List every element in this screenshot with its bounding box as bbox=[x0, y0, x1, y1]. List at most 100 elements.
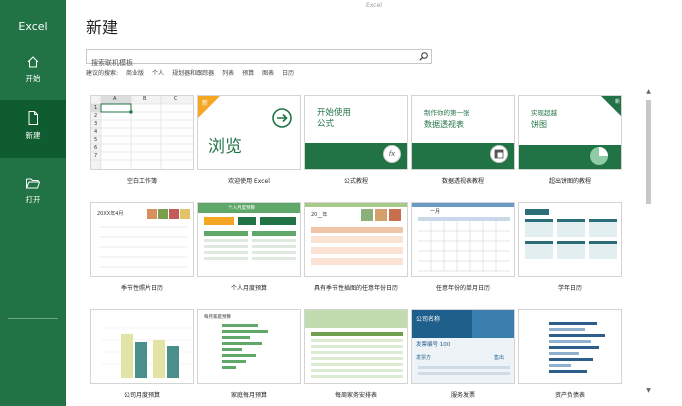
sidebar: Excel 开始 新建 打开 bbox=[0, 0, 66, 406]
tour-title: 浏览 bbox=[208, 137, 242, 157]
row-header: 4 bbox=[94, 129, 98, 135]
budget-preview bbox=[198, 203, 300, 260]
new-badge: 新 bbox=[615, 99, 621, 105]
budget-header: 个人月度预算 bbox=[228, 206, 255, 211]
template-any-year-monthly-calendar[interactable]: 一月 任意年份的单月日历 bbox=[411, 202, 515, 292]
sidebar-item-open[interactable]: 打开 bbox=[0, 166, 66, 224]
template-caption: 每周家务安排表 bbox=[334, 392, 377, 399]
new-document-icon bbox=[28, 111, 38, 125]
sidebar-item-home[interactable]: 开始 bbox=[0, 45, 66, 103]
template-caption: 季节性照片日历 bbox=[120, 285, 163, 292]
suggestion-link[interactable]: 图表 bbox=[262, 68, 274, 77]
column-header: A bbox=[113, 96, 117, 102]
template-caption: 学年日历 bbox=[557, 285, 582, 292]
row-header: 2 bbox=[94, 113, 98, 119]
tutorial-title: 实现超越 饼图 bbox=[531, 108, 557, 130]
template-weekly-chores[interactable]: 每周家务安排表 bbox=[304, 309, 408, 399]
template-thumbnail: 开始使用 公式 fx bbox=[304, 95, 408, 170]
chores-table-preview bbox=[305, 310, 407, 378]
sidebar-item-label: 新建 bbox=[25, 131, 41, 140]
suggestion-link[interactable]: 商业版 bbox=[126, 68, 144, 77]
template-caption: 公司月度预算 bbox=[123, 392, 160, 399]
sidebar-item-label: 开始 bbox=[25, 74, 41, 83]
excel-backstage: Excel Excel 开始 新建 打开 新建 搜索联机模板 建议的搜索: 商业… bbox=[0, 0, 682, 406]
tutorial-title-line: 开始使用 bbox=[317, 108, 352, 118]
template-gallery: A B C 1 2 3 4 5 6 7 空白工作簿 新 浏览 欢迎使用 Exce… bbox=[86, 88, 649, 404]
bar-chart-preview bbox=[549, 322, 605, 373]
new-badge: 新 bbox=[202, 100, 209, 107]
template-thumbnail: 每月家庭预算 bbox=[197, 309, 301, 384]
calendar-preview bbox=[412, 203, 514, 272]
template-balance-sheet[interactable]: 资产负债表 bbox=[518, 309, 622, 399]
template-personal-monthly-budget[interactable]: 个人月度预算 个人月度预算 bbox=[197, 202, 301, 292]
template-caption: 任意年份的单月日历 bbox=[435, 285, 490, 292]
template-caption: 服务发票 bbox=[450, 392, 475, 399]
scroll-down-icon[interactable]: ▼ bbox=[645, 387, 652, 394]
suggestion-link[interactable]: 列表 bbox=[222, 68, 234, 77]
scroll-up-icon[interactable]: ▲ bbox=[645, 88, 652, 95]
template-service-invoice[interactable]: 公司名称 发票编号 100 发票方 售出 服务发票 bbox=[411, 309, 515, 399]
row-header: 6 bbox=[94, 145, 98, 151]
row-header: 3 bbox=[94, 121, 98, 127]
template-company-monthly-budget[interactable]: 公司月度预算 bbox=[90, 309, 194, 399]
bar-chart-preview bbox=[101, 327, 191, 378]
suggestion-link[interactable]: 规划器和跟踪器 bbox=[172, 68, 214, 77]
sidebar-item-new[interactable]: 新建 bbox=[0, 100, 66, 158]
template-caption: 空白工作簿 bbox=[126, 178, 157, 185]
template-caption: 超出饼图的教程 bbox=[548, 178, 591, 185]
invoice-number: 发票编号 100 bbox=[416, 342, 451, 348]
column-header: B bbox=[143, 96, 147, 102]
function-icon: fx bbox=[383, 145, 401, 163]
template-family-monthly-budget[interactable]: 每月家庭预算 家庭每月预算 bbox=[197, 309, 301, 399]
tutorial-title-line: 实现超越 bbox=[531, 109, 557, 117]
template-caption: 家庭每月预算 bbox=[230, 392, 267, 399]
template-thumbnail: 20__年 bbox=[304, 202, 408, 277]
open-folder-icon bbox=[26, 178, 41, 189]
template-pie-tutorial[interactable]: 新 实现超越 饼图 超出饼图的教程 bbox=[518, 95, 622, 185]
calendar-month-label: 20__年 bbox=[311, 212, 328, 218]
template-pivot-tutorial[interactable]: 制作你的第一张 数据透视表 数据透视表教程 bbox=[411, 95, 515, 185]
template-welcome-tour[interactable]: 新 浏览 欢迎使用 Excel bbox=[197, 95, 301, 185]
template-school-year-calendar[interactable]: 学年日历 bbox=[518, 202, 622, 292]
template-thumbnail: 制作你的第一张 数据透视表 bbox=[411, 95, 515, 170]
template-caption: 资产负债表 bbox=[554, 392, 585, 399]
template-caption: 欢迎使用 Excel bbox=[228, 178, 270, 185]
calendar-preview bbox=[525, 209, 617, 259]
tutorial-title: 制作你的第一张 数据透视表 bbox=[424, 108, 470, 130]
search-icon[interactable] bbox=[418, 51, 429, 62]
template-thumbnail: 一月 bbox=[411, 202, 515, 277]
template-thumbnail bbox=[90, 309, 194, 384]
suggestion-link[interactable]: 日历 bbox=[282, 68, 294, 77]
suggestion-link[interactable]: 个人 bbox=[152, 68, 164, 77]
template-thumbnail: 20XX年4月 bbox=[90, 202, 194, 277]
tutorial-title-line: 数据透视表 bbox=[424, 120, 464, 129]
home-icon bbox=[27, 56, 39, 68]
calendar-month-label: 一月 bbox=[430, 209, 441, 215]
row-header: 5 bbox=[94, 137, 98, 143]
suggestion-link[interactable]: 预算 bbox=[242, 68, 254, 77]
spreadsheet-grid-preview bbox=[91, 96, 193, 169]
tutorial-title-line: 饼图 bbox=[531, 120, 547, 129]
template-formula-tutorial[interactable]: 开始使用 公式 fx 公式教程 bbox=[304, 95, 408, 185]
sidebar-item-label: 打开 bbox=[25, 195, 41, 204]
company-name: 公司名称 bbox=[416, 316, 441, 323]
suggested-searches-label: 建议的搜索: bbox=[86, 70, 119, 77]
tutorial-title-line: 公式 bbox=[317, 119, 335, 129]
template-thumbnail bbox=[518, 309, 622, 384]
template-thumbnail: 新 浏览 bbox=[197, 95, 301, 170]
template-seasonal-photo-calendar[interactable]: 20XX年4月 季节性照片日历 bbox=[90, 202, 194, 292]
bar-chart-preview bbox=[222, 324, 268, 369]
template-thumbnail: A B C 1 2 3 4 5 6 7 bbox=[90, 95, 194, 170]
gallery-scrollbar[interactable]: ▲ ▼ bbox=[644, 88, 653, 394]
template-thumbnail: 公司名称 发票编号 100 发票方 售出 bbox=[411, 309, 515, 384]
invoice-seller: 发票方 bbox=[416, 355, 432, 361]
budget-title: 每月家庭预算 bbox=[204, 315, 231, 320]
invoice-buyer: 售出 bbox=[494, 355, 505, 361]
sidebar-divider bbox=[8, 318, 58, 319]
template-caption: 具有季节性插图的任意年份日历 bbox=[313, 285, 398, 292]
scrollbar-thumb[interactable] bbox=[646, 100, 651, 204]
row-header: 7 bbox=[94, 153, 98, 159]
template-blank-workbook[interactable]: A B C 1 2 3 4 5 6 7 空白工作簿 bbox=[90, 95, 194, 185]
template-any-year-illustrated-calendar[interactable]: 20__年 具有季节性插图的任意年份日历 bbox=[304, 202, 408, 292]
column-header: C bbox=[174, 96, 178, 102]
